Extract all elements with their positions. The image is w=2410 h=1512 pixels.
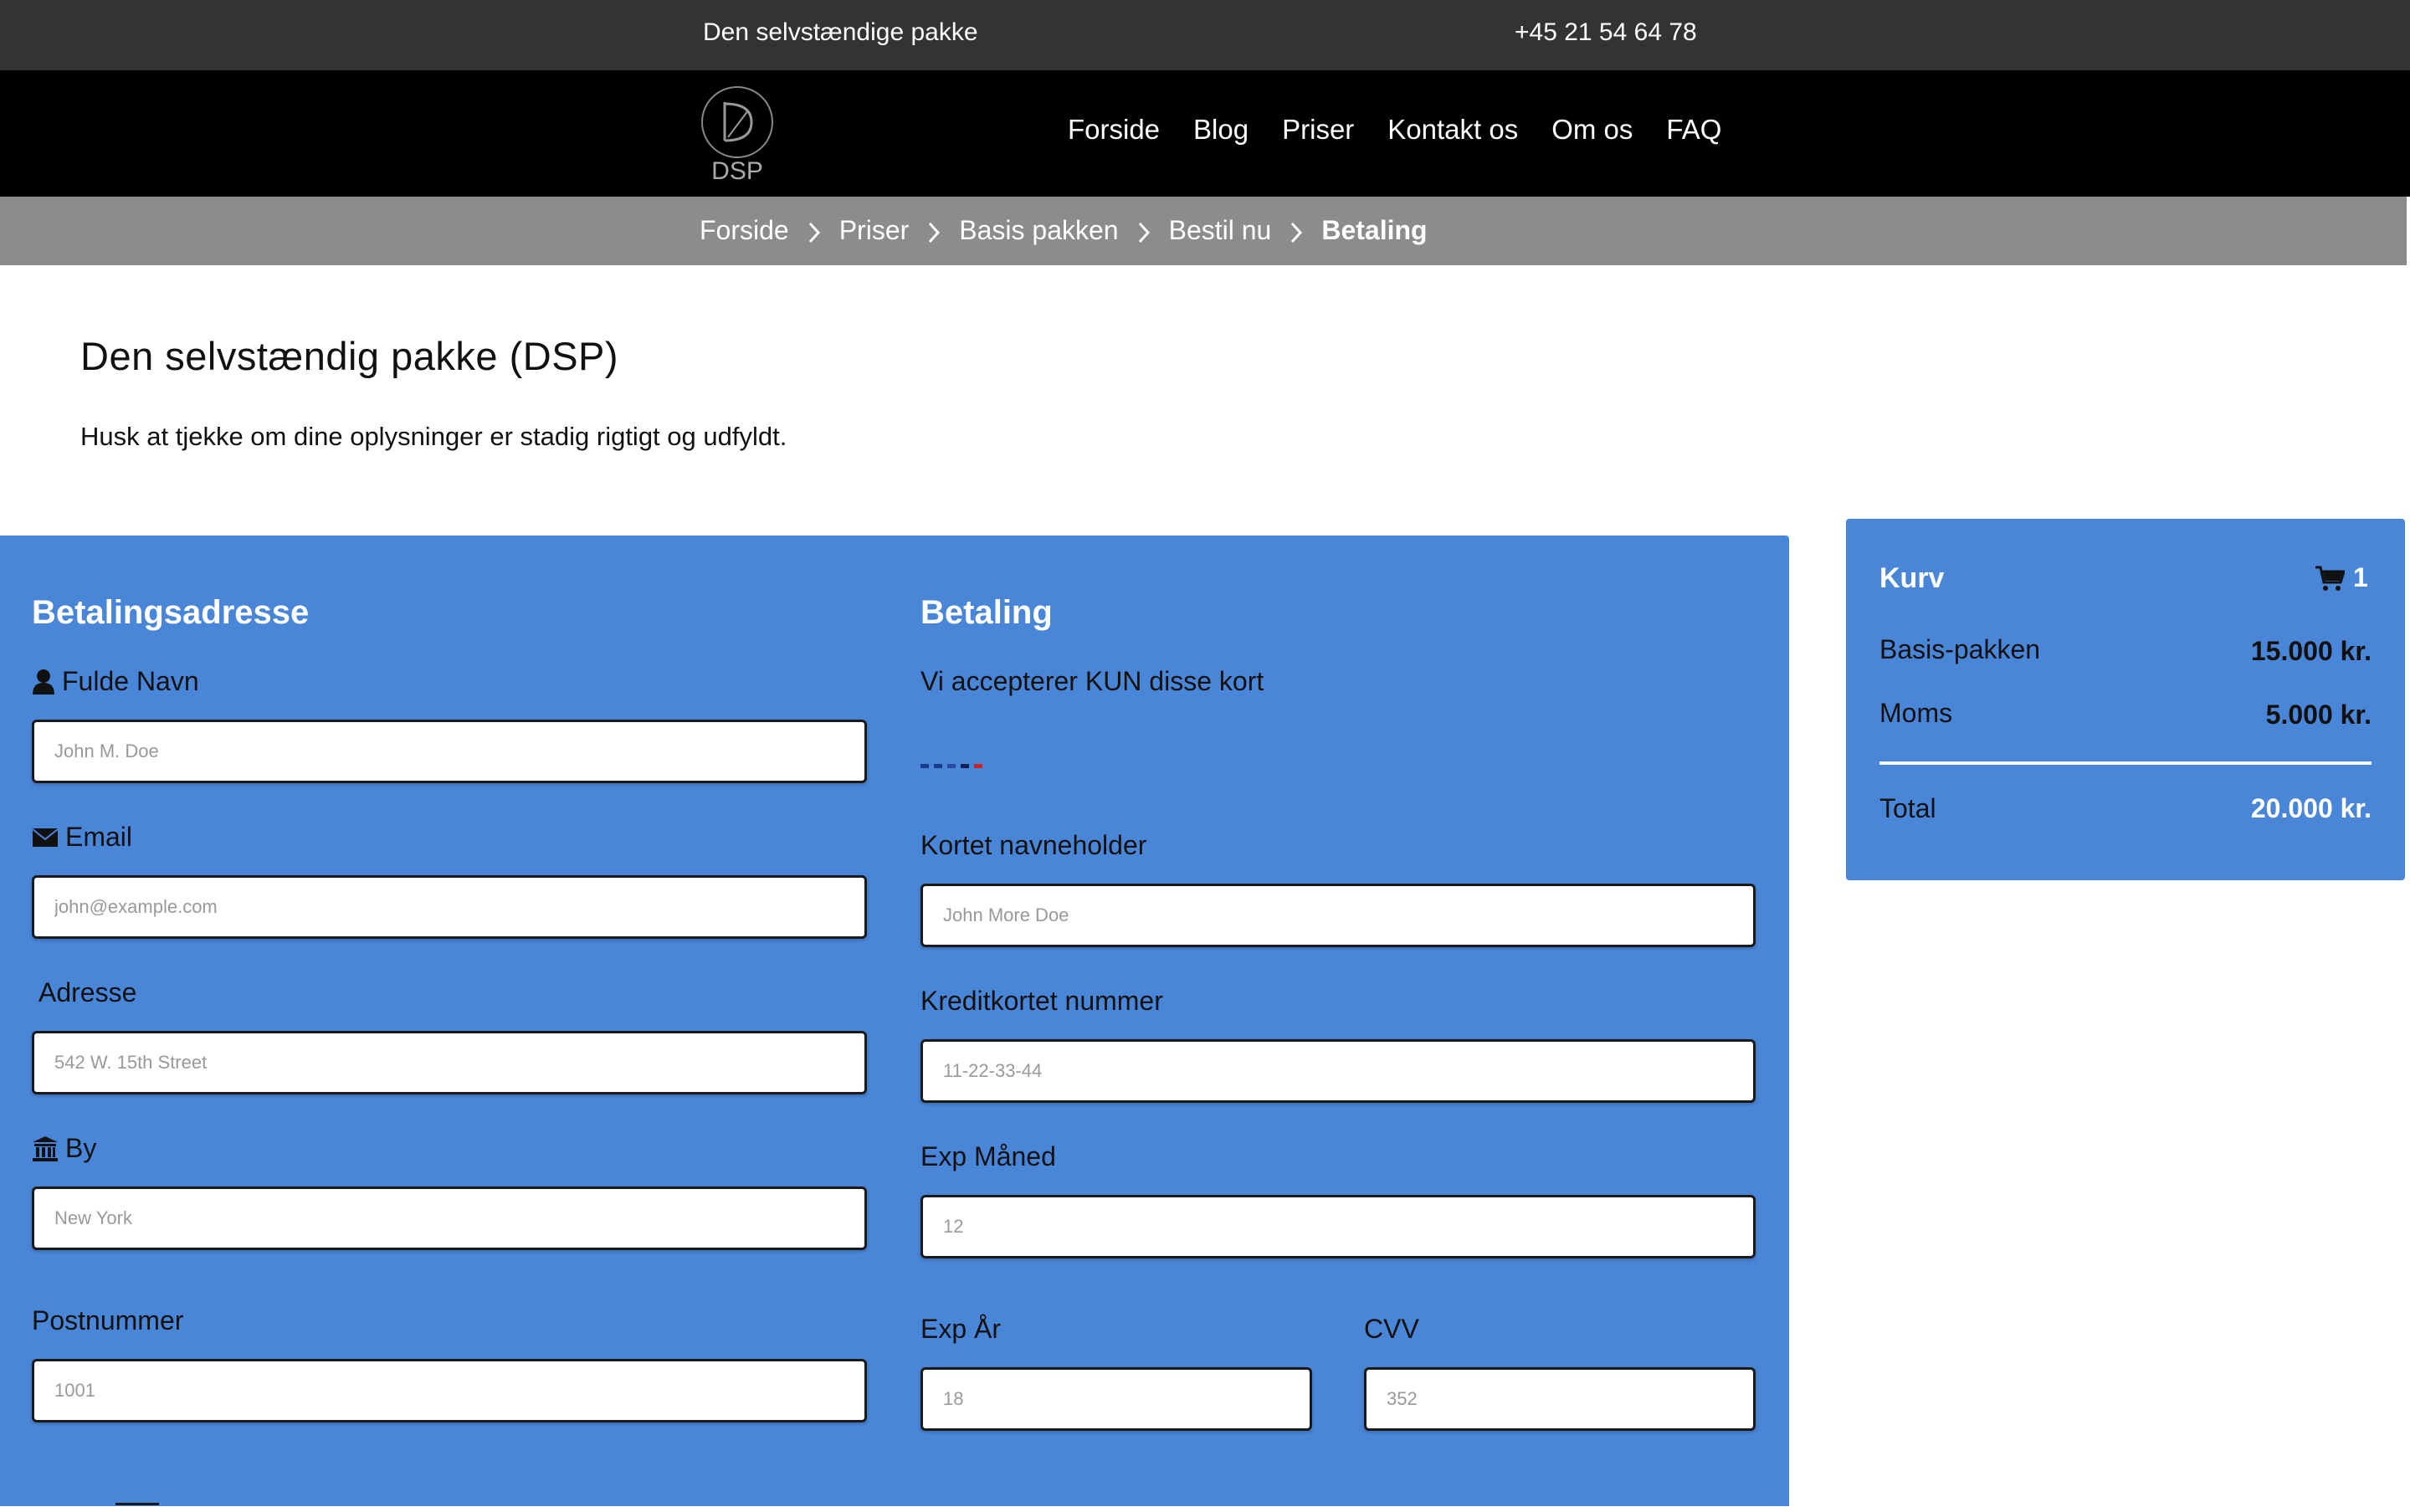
breadcrumb: Forside Priser Basis pakken Bestil nu Be… <box>0 197 2407 265</box>
breadcrumb-basis-pakken[interactable]: Basis pakken <box>959 215 1118 246</box>
city-label: By <box>32 1133 96 1164</box>
user-icon <box>33 669 54 694</box>
cart-title: Kurv <box>1879 562 1945 594</box>
cart-item-price: 15.000 kr. <box>2250 636 2372 666</box>
accepted-cards-text: Vi accepterer KUN disse kort <box>920 666 1264 696</box>
breadcrumb-betaling: Betaling <box>1321 215 1428 245</box>
nav-forside[interactable]: Forside <box>1068 114 1160 146</box>
name-label: Fulde Navn <box>32 666 199 697</box>
cart-divider <box>1879 761 2372 765</box>
institution-icon <box>33 1135 58 1161</box>
zip-input[interactable] <box>32 1359 867 1422</box>
cardholder-label: Kortet navneholder <box>920 830 1147 860</box>
checkout-form-panel: Betalingsadresse Fulde Navn Email Adress… <box>0 536 1789 1506</box>
full-name-input[interactable] <box>32 720 867 783</box>
cardholder-input[interactable] <box>920 884 1756 947</box>
breadcrumb-bestil-nu[interactable]: Bestil nu <box>1169 215 1272 246</box>
chevron-right-icon <box>909 215 959 246</box>
tax-label: Moms <box>1879 698 1953 728</box>
cart-count[interactable]: 1 <box>2315 562 2368 593</box>
maestro-icon <box>961 764 969 768</box>
chevron-right-icon <box>789 215 839 246</box>
cart-item-label: Basis-pakken <box>1879 634 2041 664</box>
same-address-checkbox[interactable] <box>115 1503 159 1512</box>
nav-kontakt[interactable]: Kontakt os <box>1387 114 1518 146</box>
cart-count-value: 1 <box>2353 562 2368 592</box>
logo-text: DSP <box>711 157 763 182</box>
accepted-card-icons <box>920 764 982 768</box>
city-input[interactable] <box>32 1187 867 1250</box>
email-label: Email <box>32 822 132 853</box>
envelope-icon <box>32 828 59 847</box>
exp-year-input[interactable] <box>920 1367 1312 1431</box>
total-value: 20.000 kr. <box>2250 793 2372 823</box>
tagline: Den selvstændige pakke <box>703 18 978 46</box>
mastercard-icon <box>947 764 956 768</box>
phone-number[interactable]: +45 21 54 64 78 <box>1515 18 1697 47</box>
shopping-cart-icon <box>2315 566 2345 591</box>
email-input[interactable] <box>32 875 867 939</box>
billing-title: Betalingsadresse <box>32 594 310 631</box>
amex-icon <box>934 764 942 768</box>
exp-year-label: Exp År <box>920 1314 1002 1344</box>
logo-mark-icon: DSP <box>701 86 773 185</box>
nav-menu: Forside Blog Priser Kontakt os Om os FAQ <box>1068 114 1721 146</box>
cvv-label: CVV <box>1364 1314 1419 1344</box>
nav-priser[interactable]: Priser <box>1282 114 1354 146</box>
breadcrumb-priser[interactable]: Priser <box>839 215 910 246</box>
payment-title: Betaling <box>920 594 1053 631</box>
visa-icon <box>920 764 929 768</box>
chevron-right-icon <box>1119 215 1169 246</box>
breadcrumb-forside[interactable]: Forside <box>700 215 789 246</box>
cvv-input[interactable] <box>1364 1367 1756 1431</box>
page-note: Husk at tjekke om dine oplysninger er st… <box>80 422 787 451</box>
main-navbar: DSP Forside Blog Priser Kontakt os Om os… <box>0 70 2410 197</box>
cart-panel: Kurv 1 Basis-pakken 15.000 kr. Moms 5.00… <box>1846 519 2405 880</box>
exp-month-input[interactable] <box>920 1195 1756 1258</box>
discover-icon <box>974 764 982 768</box>
zip-label: Postnummer <box>32 1305 184 1335</box>
address-label: Adresse <box>38 977 137 1007</box>
nav-om-os[interactable]: Om os <box>1551 114 1633 146</box>
chevron-right-icon <box>1271 215 1321 246</box>
exp-month-label: Exp Måned <box>920 1141 1056 1171</box>
page-title: Den selvstændig pakke (DSP) <box>80 334 619 378</box>
nav-blog[interactable]: Blog <box>1193 114 1249 146</box>
top-info-bar: Den selvstændige pakke +45 21 54 64 78 <box>0 0 2410 70</box>
address-input[interactable] <box>32 1031 867 1094</box>
dsp-logo[interactable]: DSP <box>700 85 775 185</box>
nav-faq[interactable]: FAQ <box>1666 114 1721 146</box>
total-label: Total <box>1879 793 1936 823</box>
tax-value: 5.000 kr. <box>2265 700 2372 730</box>
card-number-input[interactable] <box>920 1039 1756 1103</box>
card-number-label: Kreditkortet nummer <box>920 986 1163 1016</box>
